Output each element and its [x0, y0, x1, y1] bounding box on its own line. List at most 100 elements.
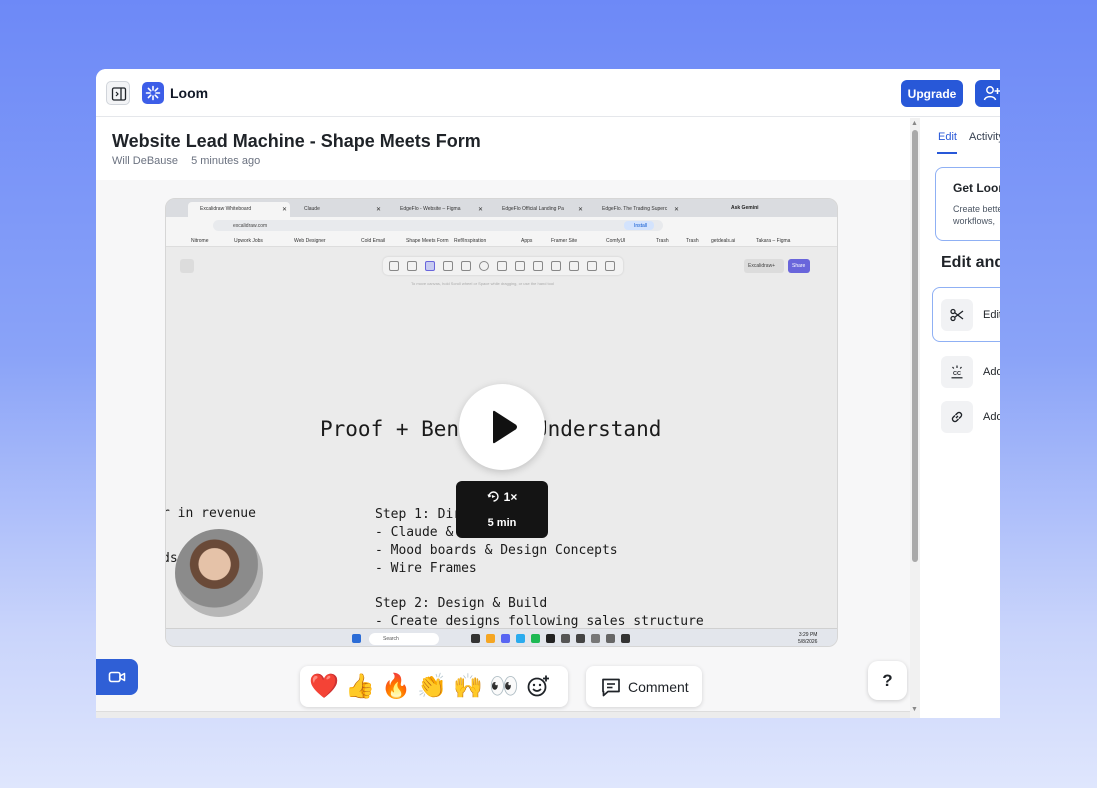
title-area: Website Lead Machine - Shape Meets Form …: [96, 118, 910, 180]
vertical-scrollbar[interactable]: ▲ ▼: [910, 118, 920, 718]
recorded-menu-icon: [180, 259, 194, 273]
right-panel: Edit Activity Get Loom Create better wor…: [920, 118, 1000, 718]
whiteboard-step: Step 2: Design & Build: [375, 596, 548, 611]
recorded-tab: EdgeFlo - Website – Figma ✕: [400, 206, 483, 213]
play-button[interactable]: [459, 384, 545, 470]
clap-reaction[interactable]: 👏: [417, 672, 447, 700]
bookmark: Trash: [686, 238, 699, 244]
recorded-clock-date: 5/8/2026: [798, 639, 818, 645]
tab-edit[interactable]: Edit: [938, 131, 957, 143]
recorded-bookmarks: Nitrome Upwork Jobs Web Designer Cold Em…: [166, 234, 837, 247]
recorded-address-row: excalidraw.com Install: [166, 217, 837, 234]
section-heading: Edit and: [941, 254, 1000, 271]
edit-label: Edit: [983, 309, 1000, 321]
record-video-button[interactable]: [96, 659, 138, 695]
main-pane: Website Lead Machine - Shape Meets Form …: [96, 118, 910, 718]
sidebar-panel-icon: [111, 87, 127, 101]
sidebar-toggle-button[interactable]: [106, 81, 130, 105]
camera-bubble[interactable]: [175, 529, 263, 617]
eyes-reaction[interactable]: 👀: [489, 672, 519, 700]
loom-logo-icon[interactable]: [142, 82, 164, 104]
video-meta: Will DeBause 5 minutes ago: [112, 155, 260, 167]
whiteboard-step: - Mood boards & Design Concepts: [375, 543, 618, 558]
fire-reaction[interactable]: 🔥: [381, 672, 411, 700]
svg-text:CC: CC: [953, 371, 961, 377]
add-link-item[interactable]: Add: [941, 401, 1000, 435]
video-player[interactable]: Excalidraw Whiteboard ✕ Claude ✕ EdgeFlo -…: [165, 198, 838, 647]
comment-button[interactable]: Comment: [586, 666, 702, 707]
video-timestamp: 5 minutes ago: [191, 155, 261, 167]
recorded-taskbar: Search 3:29 PM 5/8/2026: [166, 628, 837, 646]
captions-icon-wrap: CC: [941, 356, 973, 388]
raised-hands-reaction[interactable]: 🙌: [453, 672, 483, 700]
recorded-install: Install: [624, 221, 654, 230]
add-emoji-icon[interactable]: [526, 674, 550, 698]
bookmark: Trash: [656, 238, 669, 244]
recorded-toolbar: [383, 257, 623, 275]
bookmark: Upwork Jobs: [234, 238, 263, 244]
comment-label: Comment: [628, 679, 689, 695]
add-user-icon: [983, 86, 1000, 101]
video-camera-icon: [108, 671, 126, 683]
recorded-tab: Claude ✕: [304, 206, 381, 213]
speed-icon: [487, 491, 499, 502]
loom-window: Loom Upgrade Website Lead Machine - Shap…: [96, 69, 1000, 718]
recorded-browser-tabs: Excalidraw Whiteboard ✕ Claude ✕ EdgeFlo -…: [166, 199, 837, 217]
recorded-tab: Excalidraw Whiteboard ✕: [188, 202, 290, 217]
scrollbar-thumb[interactable]: [912, 130, 918, 562]
bookmark: Web Designer: [294, 238, 326, 244]
add-link-label: Add: [983, 411, 1000, 423]
recorded-clock: 3:29 PM 5/8/2026: [798, 632, 817, 646]
active-tab-indicator: [937, 152, 957, 154]
add-captions-label: Add: [983, 366, 1000, 378]
add-captions-item[interactable]: CC Add: [941, 356, 1000, 390]
promo-body-line: Create better: [953, 204, 1000, 214]
bookmark: ComfyUI: [606, 238, 626, 244]
promo-title: Get Loom: [953, 181, 1000, 195]
tab-activity[interactable]: Activity: [969, 131, 1000, 143]
recorded-tab: EdgeFlo. The Trading Superc ✕: [602, 206, 679, 213]
help-button[interactable]: ?: [868, 661, 907, 700]
playback-speed[interactable]: 1×: [456, 490, 548, 504]
speed-value: 1×: [503, 490, 518, 504]
whiteboard-step: - Wire Frames: [375, 561, 477, 576]
bookmark: Framer Site: [551, 238, 578, 244]
bookmark: Takara – Figma: [756, 238, 791, 244]
thumbs-up-reaction[interactable]: 👍: [345, 672, 375, 700]
promo-card[interactable]: Get Loom Create better workflows,: [935, 167, 1000, 241]
recorded-share-button: Share: [788, 259, 810, 273]
scissors-icon: [950, 308, 964, 322]
horizontal-scrollbar[interactable]: [96, 711, 910, 718]
bookmark: Cold Email: [361, 238, 386, 244]
bookmark: Nitrome: [191, 238, 209, 244]
playback-speed-control[interactable]: 1× 5 min: [456, 481, 548, 538]
captions-icon: CC: [951, 365, 963, 379]
scroll-down-icon[interactable]: ▼: [911, 706, 918, 713]
link-icon: [951, 411, 963, 423]
recorded-url: excalidraw.com: [213, 220, 663, 231]
video-title[interactable]: Website Lead Machine - Shape Meets Form: [112, 131, 481, 152]
recorded-ask-gemini: Ask Gemini: [731, 205, 759, 211]
heart-reaction[interactable]: ❤️: [309, 672, 339, 700]
recorded-clock-time: 3:29 PM: [798, 632, 818, 638]
promo-body: Create better workflows,: [953, 203, 1000, 227]
bookmark: getdeals.ai: [711, 238, 736, 244]
recorded-hint: To move canvas, hold Scroll wheel or Spa…: [411, 281, 554, 286]
whiteboard-fragment: r in revenue: [165, 506, 256, 521]
play-icon: [493, 410, 517, 444]
app-name[interactable]: Loom: [170, 85, 208, 101]
upgrade-button[interactable]: Upgrade: [901, 80, 963, 107]
reactions-bar: ❤️ 👍 🔥 👏 🙌 👀: [300, 666, 568, 707]
top-bar: Loom Upgrade: [96, 69, 1000, 117]
recorded-tab: EdgeFlo Official Landing Pa ✕: [502, 206, 583, 213]
recorded-library-button: Excalidraw+: [744, 259, 784, 273]
bookmark: Ref/Inspiration: [454, 238, 487, 244]
invite-user-button[interactable]: [975, 80, 1000, 107]
edit-video-item[interactable]: Edit: [941, 299, 1000, 333]
author-name[interactable]: Will DeBause: [112, 155, 178, 167]
scroll-up-icon[interactable]: ▲: [911, 120, 918, 127]
video-duration: 5 min: [487, 517, 517, 529]
bookmark: Shape Meets Form: [406, 238, 449, 244]
link-icon-wrap: [941, 401, 973, 433]
recorded-taskbar-search: Search: [369, 633, 439, 645]
